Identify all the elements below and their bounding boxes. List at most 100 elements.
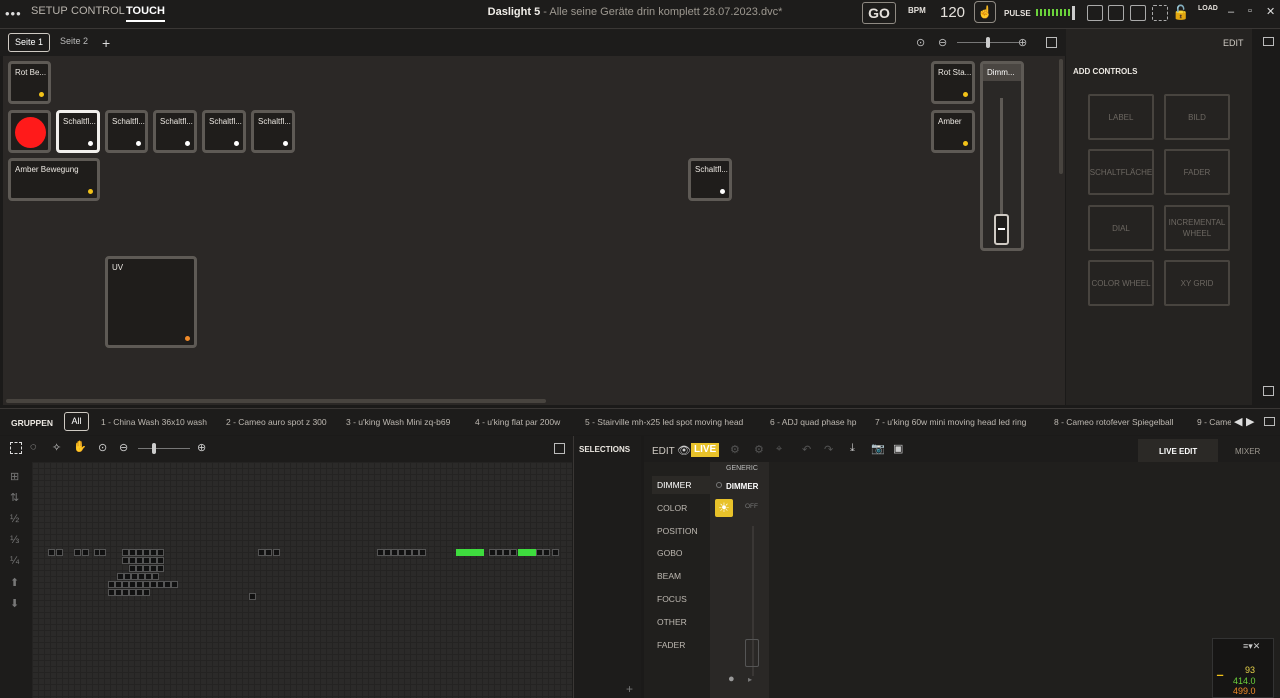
fixture-cell[interactable]: [143, 581, 150, 588]
half-icon[interactable]: ½: [10, 513, 19, 525]
control-uv[interactable]: UV: [105, 256, 197, 348]
channel-radio[interactable]: [716, 482, 722, 488]
fixture-cell[interactable]: [477, 549, 484, 556]
arrow-right-icon[interactable]: ▶: [1246, 415, 1254, 428]
window-icon[interactable]: [1264, 417, 1275, 426]
tab-mixer[interactable]: MIXER: [1235, 447, 1260, 456]
group-item[interactable]: 8 - Cameo rotofever Spiegelball: [1054, 417, 1174, 427]
fixture-cell[interactable]: [543, 549, 550, 556]
fixture-cell[interactable]: [152, 573, 159, 580]
fixture-group-icon[interactable]: ⚙: [754, 443, 764, 456]
undo-icon[interactable]: ↶: [802, 443, 811, 456]
fixture-cell[interactable]: [145, 573, 152, 580]
control-amber[interactable]: Amber: [931, 110, 975, 153]
fixture-cell[interactable]: [150, 557, 157, 564]
control-schaltflaeche-4[interactable]: Schaltfl...: [202, 110, 246, 153]
live-toggle[interactable]: LIVE: [691, 443, 720, 457]
fixture-cell[interactable]: [391, 549, 398, 556]
redo-icon[interactable]: ↷: [824, 443, 833, 456]
tab-setup[interactable]: SETUP: [31, 5, 68, 22]
group-item[interactable]: 5 - Stairville mh-x25 led spot moving he…: [585, 417, 743, 427]
fixture-cell[interactable]: [99, 549, 106, 556]
tab-seite-2[interactable]: Seite 2: [54, 33, 94, 52]
fixture-cell[interactable]: [143, 549, 150, 556]
fixture-cell[interactable]: [136, 581, 143, 588]
magic-select-icon[interactable]: ✧: [52, 441, 61, 454]
control-amber-bewegung[interactable]: Amber Bewegung: [8, 158, 100, 201]
canvas-hscrollbar[interactable]: [6, 399, 546, 403]
fixture-cell[interactable]: [529, 549, 536, 556]
menu-icon[interactable]: •••: [5, 6, 22, 21]
fixture-grid[interactable]: [32, 462, 572, 698]
camera-icon[interactable]: 📷: [871, 442, 885, 455]
down-icon[interactable]: ⬇: [10, 597, 19, 610]
fixture-cell[interactable]: [384, 549, 391, 556]
add-label-button[interactable]: LABEL: [1088, 94, 1154, 140]
snapshot-icon[interactable]: ▣: [893, 442, 903, 455]
fixture-cell[interactable]: [115, 581, 122, 588]
category-fader[interactable]: FADER: [652, 636, 710, 654]
go-button[interactable]: GO: [862, 2, 896, 24]
fixture-cell[interactable]: [164, 581, 171, 588]
sun-icon[interactable]: ☀: [715, 499, 733, 517]
group-item[interactable]: 1 - China Wash 36x10 wash: [101, 417, 207, 427]
fader-thumb[interactable]: [994, 214, 1009, 245]
fixture-cell[interactable]: [143, 589, 150, 596]
play-icon[interactable]: ▸: [748, 675, 752, 684]
canvas-scrollbar[interactable]: [1059, 59, 1063, 174]
fixture-cell[interactable]: [136, 557, 143, 564]
add-fader-button[interactable]: FADER: [1164, 149, 1230, 195]
fixture-cell[interactable]: [249, 593, 256, 600]
fixture-cell[interactable]: [552, 549, 559, 556]
group-item[interactable]: 6 - ADJ quad phase hp: [770, 417, 856, 427]
tab-live-edit[interactable]: LIVE EDIT: [1159, 447, 1197, 456]
fixture-cell[interactable]: [489, 549, 496, 556]
fixture-cell[interactable]: [82, 549, 89, 556]
lock-icon[interactable]: 🔓: [1172, 4, 1189, 21]
category-beam[interactable]: BEAM: [652, 567, 710, 585]
grid-view-icon[interactable]: ⊞: [10, 470, 19, 483]
arrow-left-icon[interactable]: ◀: [1234, 415, 1242, 428]
fixture-cell[interactable]: [510, 549, 517, 556]
fixture-cell[interactable]: [138, 573, 145, 580]
fixture-cell[interactable]: [412, 549, 419, 556]
collapse-icon[interactable]: [1263, 386, 1274, 396]
group-item[interactable]: 9 - Came: [1197, 417, 1231, 427]
reset-zoom-icon[interactable]: ⊙: [916, 36, 925, 49]
control-schaltflaeche-1[interactable]: Schaltfl...: [56, 110, 100, 153]
menu-icon[interactable]: ≡▾✕: [1243, 641, 1260, 652]
reset-zoom-icon[interactable]: ⊙: [98, 441, 107, 454]
focus-icon[interactable]: ⌖: [776, 443, 782, 456]
third-icon[interactable]: ⅓: [10, 534, 19, 546]
up-icon[interactable]: ⬆: [10, 576, 19, 589]
fixture-cell[interactable]: [122, 581, 129, 588]
fixture-cell[interactable]: [536, 549, 543, 556]
fixture-cell[interactable]: [171, 581, 178, 588]
fixture-cell[interactable]: [157, 581, 164, 588]
category-focus[interactable]: FOCUS: [652, 590, 710, 608]
fixture-cell[interactable]: [265, 549, 272, 556]
category-dimmer[interactable]: DIMMER: [652, 476, 710, 494]
category-other[interactable]: OTHER: [652, 613, 710, 631]
fixture-cell[interactable]: [496, 549, 503, 556]
tab-seite-1[interactable]: Seite 1: [8, 33, 51, 52]
fixture-cell[interactable]: [273, 549, 280, 556]
fixture-cell[interactable]: [122, 557, 129, 564]
fixture-cell[interactable]: [131, 573, 138, 580]
fixture-cell[interactable]: [74, 549, 81, 556]
pulse-handle[interactable]: [1072, 6, 1075, 20]
tap-hand-icon[interactable]: ☝: [974, 1, 996, 23]
fixture-cell[interactable]: [115, 589, 122, 596]
fixture-cell[interactable]: [157, 565, 164, 572]
grid-zoom-slider[interactable]: [138, 448, 190, 449]
add-selection-button[interactable]: +: [626, 682, 633, 696]
add-dial-button[interactable]: DIAL: [1088, 205, 1154, 251]
window-icon[interactable]: [1263, 37, 1274, 46]
keyboard-icon[interactable]: [1087, 5, 1103, 21]
fixture-cell[interactable]: [143, 557, 150, 564]
fixture-cell[interactable]: [150, 581, 157, 588]
control-rot-be[interactable]: Rot Be...: [8, 61, 51, 104]
fixture-cell[interactable]: [377, 549, 384, 556]
fixture-cell[interactable]: [398, 549, 405, 556]
grid-icon[interactable]: [1152, 5, 1168, 21]
